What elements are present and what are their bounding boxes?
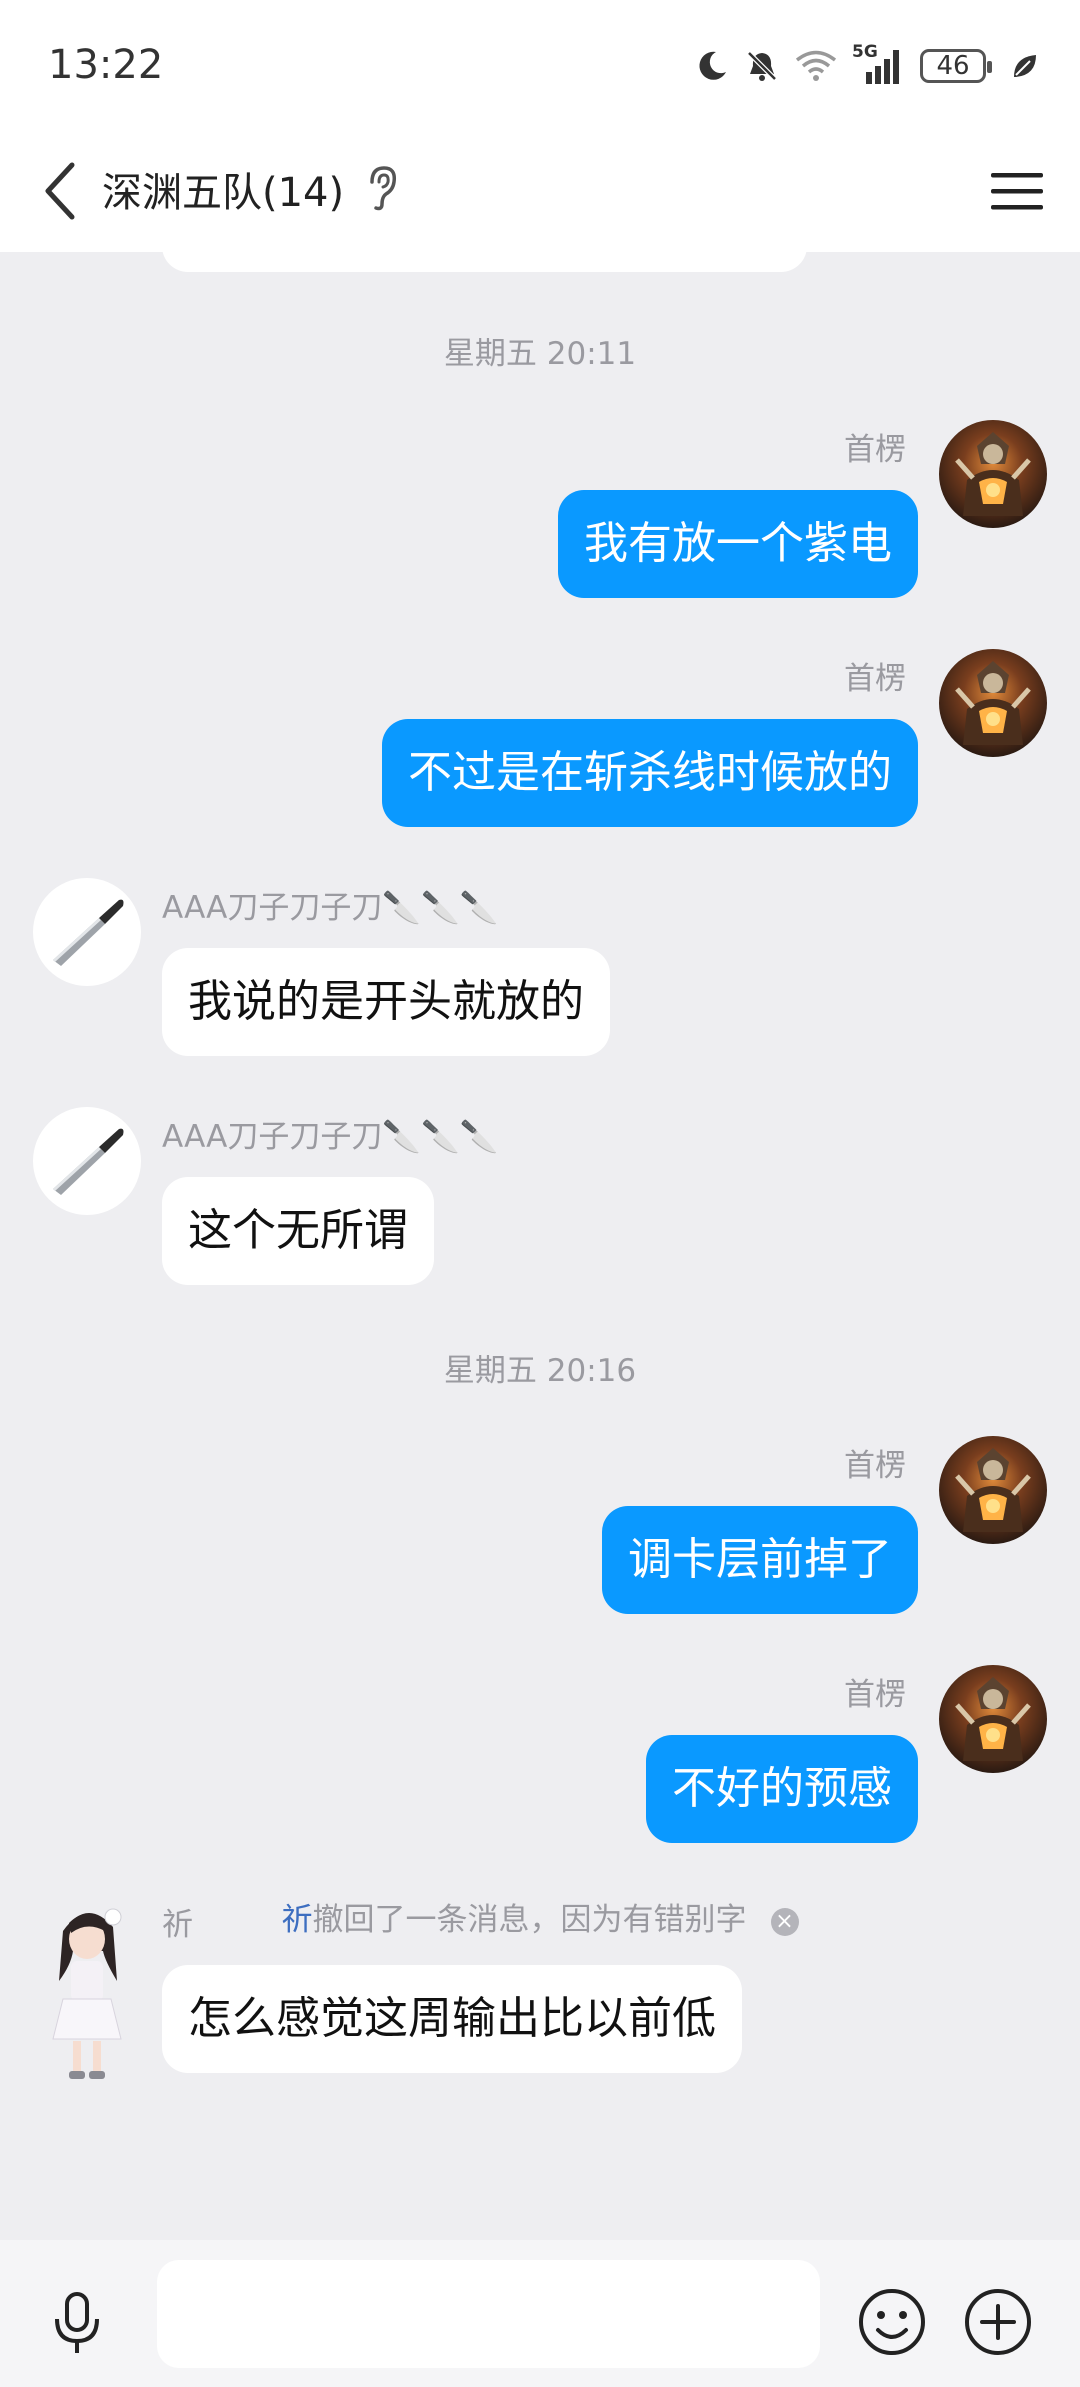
time-separator: 星期五 20:16: [443, 1353, 637, 1389]
avatar[interactable]: [939, 649, 1047, 757]
status-time: 13:22: [48, 42, 164, 88]
back-button[interactable]: [30, 154, 90, 228]
plus-icon: [965, 2289, 1031, 2355]
message-bubble[interactable]: 调卡层前掉了: [602, 1506, 918, 1614]
sender-name: 首楞: [844, 1448, 906, 1484]
recall-text: 撤回了一条消息，因为有错别字: [312, 1902, 747, 1938]
message-bubble[interactable]: 这个无所谓: [162, 1177, 434, 1285]
group-title[interactable]: 深渊五队(14): [102, 160, 344, 218]
message-bubble[interactable]: 怎么感觉这周输出比以前低: [162, 1965, 742, 2073]
sender-name: 首楞: [844, 1677, 906, 1713]
avatar[interactable]: [33, 878, 141, 986]
close-icon[interactable]: ×: [770, 1908, 799, 1936]
message-bubble[interactable]: 我有放一个紫电: [558, 490, 918, 598]
recall-name[interactable]: 祈: [282, 1902, 313, 1938]
message-bubble[interactable]: 不好的预感: [646, 1735, 918, 1843]
sender-name: 首楞: [844, 432, 906, 468]
menu-button[interactable]: [984, 160, 1050, 222]
emoji-icon: [859, 2289, 925, 2355]
message-input[interactable]: [157, 2260, 820, 2368]
message-bubble[interactable]: 我说的是开头就放的: [162, 948, 610, 1056]
status-bar: 13:22 5G 46: [0, 0, 1080, 130]
voice-button[interactable]: [42, 2288, 112, 2358]
emoji-button[interactable]: [856, 2286, 928, 2358]
avatar[interactable]: [33, 1107, 141, 1215]
back-arrow-icon: [45, 162, 75, 220]
status-icons: 5G 46: [694, 38, 1040, 94]
signal-icon: 5G: [852, 42, 906, 86]
sender-name: AAA刀子刀子刀🔪🔪🔪: [162, 890, 499, 926]
message-list[interactable]: 星期五 20:11 首楞 我有放一个紫电 首楞 不过是在斩杀线时候放的 AAA刀…: [0, 252, 1080, 2240]
previous-message-bubble[interactable]: [162, 252, 807, 272]
battery-icon: 46: [920, 49, 992, 83]
sender-name: 首楞: [844, 661, 906, 697]
wifi-icon: [794, 48, 838, 84]
chat-header: 深渊五队(14): [0, 130, 1080, 252]
avatar[interactable]: [939, 1665, 1047, 1773]
avatar[interactable]: [939, 420, 1047, 528]
avatar[interactable]: [939, 1436, 1047, 1544]
input-bar: [0, 2240, 1080, 2387]
recall-notice: 祈撤回了一条消息，因为有错别字 ×: [0, 1894, 1080, 1939]
battery-level: 46: [936, 51, 970, 81]
menu-icon: [991, 173, 1043, 210]
bell-muted-icon: [744, 48, 780, 84]
microphone-icon: [55, 2292, 99, 2353]
more-button[interactable]: [962, 2286, 1034, 2358]
sender-name: AAA刀子刀子刀🔪🔪🔪: [162, 1119, 499, 1155]
ear-icon[interactable]: [364, 164, 400, 216]
message-bubble[interactable]: 不过是在斩杀线时候放的: [382, 719, 918, 827]
time-separator: 星期五 20:11: [443, 336, 637, 372]
moon-icon: [694, 48, 730, 84]
leaf-icon: [1010, 51, 1040, 81]
